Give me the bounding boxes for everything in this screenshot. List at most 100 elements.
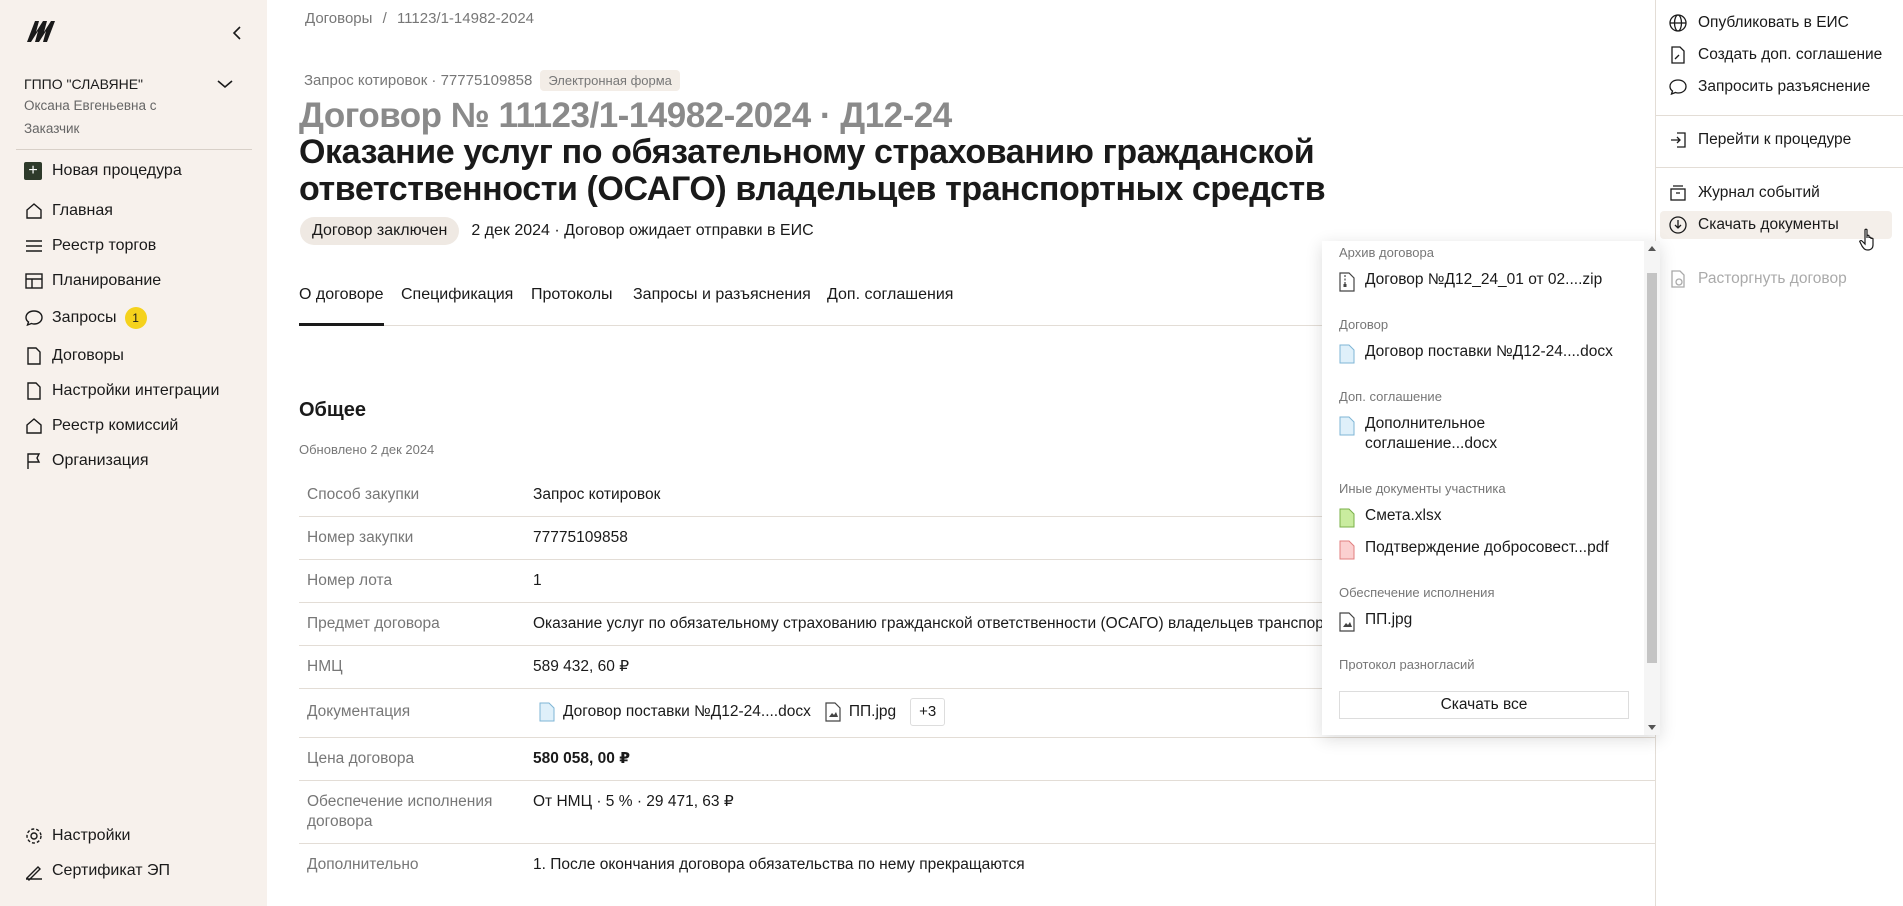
tab-requests[interactable]: Запросы и разъяснения [633,283,811,326]
chevron-down-icon[interactable] [216,78,234,90]
row-label: НМЦ [307,658,343,675]
download-all-button[interactable]: Скачать все [1339,691,1629,719]
page-title: Оказание услуг по обязательному страхова… [299,133,1326,208]
new-procedure-button[interactable]: + Новая процедура [24,159,182,183]
doc-link[interactable]: ПП.jpg [825,702,896,722]
sidebar-item-integration[interactable]: Настройки интеграции [24,379,219,403]
create-agreement-button[interactable]: Создать доп. соглашение [1668,43,1882,67]
action-label: Запросить разъяснение [1698,78,1871,95]
actions-panel: Опубликовать в ЕИС Создать доп. соглашен… [1655,0,1903,906]
row-value: 1. После окончания договора обязательств… [533,856,1025,873]
sidebar-item-label: Организация [52,452,149,469]
table-row: Цена договора 580 058, 00 ₽ [299,738,1655,781]
signature-icon [26,866,42,881]
action-label: Скачать документы [1698,216,1839,233]
row-label: Дополнительно [307,856,419,873]
event-log-button[interactable]: Журнал событий [1668,181,1820,205]
sidebar-item-settings[interactable]: Настройки [24,824,130,848]
action-label: Создать доп. соглашение [1698,46,1883,63]
sidebar-item-label: Планирование [52,272,162,289]
updated-date: Обновлено 2 дек 2024 [299,442,435,457]
doc-name: Договор поставки №Д12-24....docx [563,703,811,720]
sidebar-item-registry[interactable]: Реестр торгов [24,234,156,258]
doc-link[interactable]: Договор поставки №Д12-24....docx [539,702,811,722]
download-file-item[interactable]: Договор №Д12_24_01 от 02....zip [1339,270,1629,292]
docx-file-icon [1339,416,1355,436]
row-label: Документация [307,703,411,720]
tab-about[interactable]: О договоре [299,283,384,326]
sidebar-item-label: Сертификат ЭП [52,862,171,879]
action-label: Расторгнуть договор [1698,270,1847,287]
login-icon [1671,132,1686,148]
doc-name: ПП.jpg [848,703,897,720]
document-edit-icon [1671,46,1685,64]
sidebar-item-certificate[interactable]: Сертификат ЭП [24,859,170,883]
row-label: Способ закупки [307,486,420,503]
group-title: Обеспечение исполнения [1339,585,1495,600]
group-title: Архив договора [1339,245,1434,260]
sidebar-item-label: Договоры [52,347,124,364]
sidebar-item-organization[interactable]: Организация [24,449,149,473]
contract-number: Договор № 11123/1-14982-2024 · Д12-24 [299,96,952,135]
chat-icon [25,310,43,327]
download-file-item[interactable]: Дополнительное соглашение...docx [1339,414,1629,454]
scroll-up-icon[interactable] [1648,245,1656,251]
org-user: Оксана Евгеньевна с Заказчик [24,98,157,136]
hand-cursor-icon [1859,228,1874,251]
scroll-down-icon[interactable] [1648,725,1656,731]
zip-file-icon [1339,272,1355,292]
more-docs-button[interactable]: +3 [910,698,946,726]
divider [1656,115,1903,116]
group-title: Доп. соглашение [1339,389,1442,404]
sidebar-item-contracts[interactable]: Договоры [24,344,124,368]
sidebar-item-home[interactable]: Главная [24,199,113,223]
sidebar-item-requests[interactable]: Запросы 1 [24,306,147,330]
breadcrumb-contracts-link[interactable]: Договоры [305,10,372,27]
logo-icon[interactable] [24,18,64,44]
docx-file-icon [539,702,555,722]
row-value: От НМЦ · 5 % · 29 471, 63 ₽ [533,793,734,810]
breadcrumb: Договоры / 11123/1-14982-2024 [305,10,534,27]
sidebar-item-planning[interactable]: Планирование [24,269,161,293]
download-file-item[interactable]: Смета.xlsx [1339,506,1629,528]
divider [16,149,252,150]
form-tag: Электронная форма [540,70,680,91]
download-file-item[interactable]: Подтверждение добросовест...pdf [1339,538,1629,560]
tab-agreements[interactable]: Доп. соглашения [827,283,953,326]
publish-eis-button[interactable]: Опубликовать в ЕИС [1668,11,1849,35]
scrollbar-thumb[interactable] [1647,273,1657,663]
sidebar-item-label: Запросы [52,309,117,326]
group-title: Договор [1339,317,1389,332]
table-row: Обеспечение исполнения договора От НМЦ ·… [299,781,1655,844]
sidebar-item-commissions[interactable]: Реестр комиссий [24,414,178,438]
go-procedure-button[interactable]: Перейти к процедуре [1668,128,1851,152]
table-row: Дополнительно 1. После окончания договор… [299,844,1655,886]
download-icon [1669,216,1687,234]
group-title: Протокол разногласий [1339,657,1475,672]
collapse-sidebar-button[interactable] [226,22,248,44]
request-clarification-button[interactable]: Запросить разъяснение [1668,75,1870,99]
download-file-item[interactable]: ПП.jpg [1339,610,1629,632]
document-cancel-icon [1671,270,1685,288]
divider [1656,167,1903,168]
chat-icon [1669,79,1687,96]
download-file-item[interactable]: Договор поставки №Д12-24....docx [1339,342,1629,364]
action-label: Перейти к процедуре [1698,131,1852,148]
archive-icon [1670,185,1686,201]
dropdown-list: Архив договора Договор №Д12_24_01 от 02.… [1322,241,1644,735]
flag-icon [27,453,41,469]
section-title: Общее [299,399,367,421]
breadcrumb-separator: / [382,10,387,27]
group-title: Иные документы участника [1339,481,1506,496]
document-icon [27,347,41,365]
download-documents-button[interactable]: Скачать документы [1660,211,1892,239]
procedure-meta: Запрос котировок · 77775109858 Электронн… [304,70,680,91]
download-documents-dropdown: Архив договора Договор №Д12_24_01 от 02.… [1322,241,1660,735]
dropdown-scrollbar[interactable] [1644,241,1660,735]
status-row: Договор заключен 2 дек 2024 · Договор ож… [300,217,814,245]
terminate-contract-button[interactable]: Расторгнуть договор [1668,267,1847,291]
home-icon [26,203,42,219]
sidebar-item-label: Реестр комиссий [52,417,179,434]
tab-specification[interactable]: Спецификация [401,283,513,326]
tab-protocols[interactable]: Протоколы [531,283,613,326]
